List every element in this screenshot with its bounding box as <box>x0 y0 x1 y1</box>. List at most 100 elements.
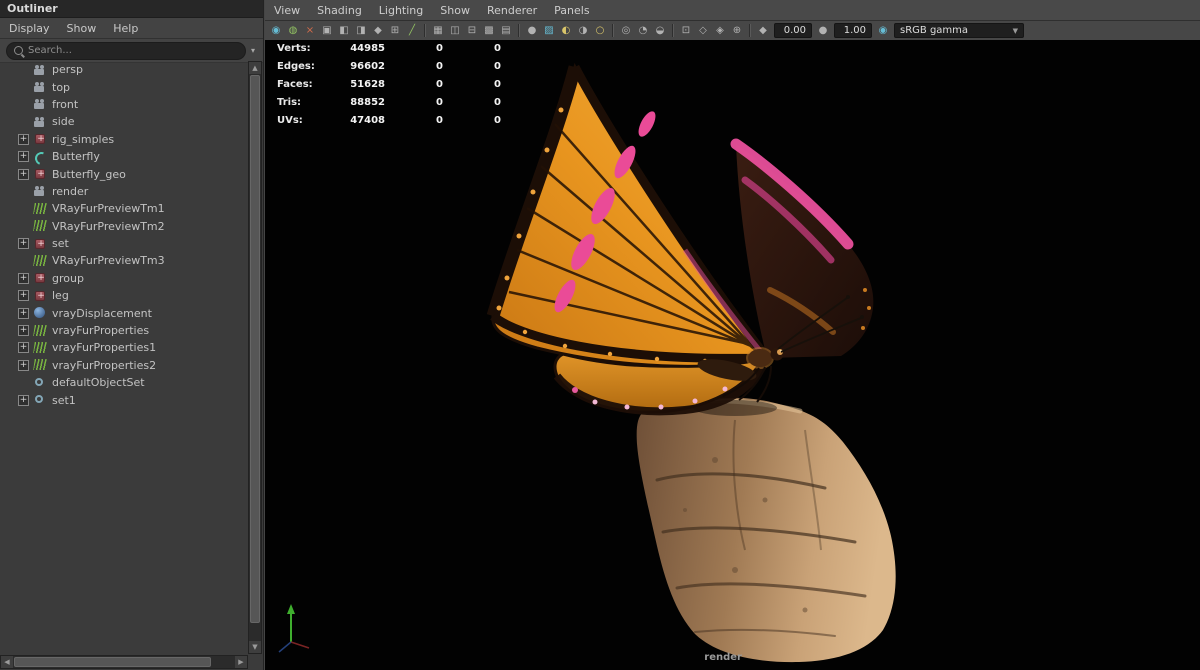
expand-icon[interactable]: + <box>18 394 29 406</box>
ssao-icon[interactable]: ◎ <box>618 23 634 38</box>
resolution-gate-icon[interactable]: ⊟ <box>464 23 480 38</box>
expand-icon[interactable]: + <box>18 359 29 371</box>
outliner-item-label: vrayFurProperties2 <box>52 358 157 372</box>
expand-icon[interactable]: + <box>18 342 29 354</box>
light-bulb-icon[interactable]: ○ <box>592 23 608 38</box>
expand-icon[interactable]: + <box>18 325 29 337</box>
field-chart-icon[interactable]: ▤ <box>498 23 514 38</box>
hud-stat-value: 0 <box>494 96 501 108</box>
grid-icon[interactable]: ▦ <box>430 23 446 38</box>
use-all-lights-icon[interactable]: ◐ <box>558 23 574 38</box>
outliner-menu-display[interactable]: Display <box>9 22 50 35</box>
outliner-item-vraydisplacement[interactable]: + vrayDisplacement <box>0 304 246 321</box>
outliner-item-vrayfurproperties[interactable]: + vrayFurProperties <box>0 322 246 339</box>
outliner-item-set1[interactable]: + set1 <box>0 391 246 408</box>
outliner-item-vrayfurpreviewtm3[interactable]: VRayFurPreviewTm3 <box>0 252 246 269</box>
no-texture-icon[interactable]: × <box>302 23 318 38</box>
renderer-sphere-icon[interactable]: ◉ <box>268 23 284 38</box>
viewport-menu-view[interactable]: View <box>274 4 300 17</box>
outliner-item-vrayfurproperties1[interactable]: + vrayFurProperties1 <box>0 339 246 356</box>
viewport-menu-panels[interactable]: Panels <box>554 4 589 17</box>
outliner-item-label: Butterfly <box>52 150 100 164</box>
outliner-item-vrayfurpreviewtm1[interactable]: VRayFurPreviewTm1 <box>0 200 246 217</box>
expand-icon[interactable]: + <box>18 238 29 250</box>
outliner-item-vrayfurpreviewtm2[interactable]: VRayFurPreviewTm2 <box>0 218 246 235</box>
wireframe-on-shaded-icon[interactable]: ⊕ <box>729 23 745 38</box>
vertical-scroll-thumb[interactable] <box>250 75 260 623</box>
exposure-icon[interactable]: ◆ <box>755 23 771 38</box>
outliner-item-leg[interactable]: + leg <box>0 287 246 304</box>
search-input[interactable] <box>28 45 238 56</box>
outliner-menu-help[interactable]: Help <box>113 22 138 35</box>
view-transform-select[interactable]: sRGB gamma ▼ <box>894 23 1024 38</box>
isolate-select-icon[interactable]: ⊡ <box>678 23 694 38</box>
search-options-caret-icon[interactable]: ▾ <box>251 46 257 55</box>
xray-joints-icon[interactable]: ◈ <box>712 23 728 38</box>
horizontal-scrollbar[interactable]: ◀ ▶ <box>0 655 248 669</box>
fur-icon <box>33 341 47 355</box>
scroll-up-arrow-icon[interactable]: ▲ <box>249 62 261 74</box>
viewport-menu-renderer[interactable]: Renderer <box>487 4 537 17</box>
outliner-item-group[interactable]: + group <box>0 270 246 287</box>
expand-icon[interactable]: + <box>18 272 29 284</box>
exposure-field[interactable]: 0.00 <box>774 23 812 38</box>
outliner-item-label: side <box>52 115 75 129</box>
gamma-field[interactable]: 1.00 <box>834 23 872 38</box>
outliner-search-row: ▾ <box>0 39 263 63</box>
outliner-item-vrayfurproperties2[interactable]: + vrayFurProperties2 <box>0 357 246 374</box>
outliner-item-set[interactable]: + set <box>0 235 246 252</box>
outliner-item-label: defaultObjectSet <box>52 376 145 390</box>
outliner-item-front[interactable]: front <box>0 96 246 113</box>
gamma-icon[interactable]: ● <box>815 23 831 38</box>
expand-icon[interactable]: + <box>18 168 29 180</box>
fur-icon <box>33 219 47 233</box>
motion-blur-icon[interactable]: ◔ <box>635 23 651 38</box>
shadows-icon[interactable]: ◑ <box>575 23 591 38</box>
expand-icon[interactable]: + <box>18 290 29 302</box>
smooth-shade-icon[interactable]: ◍ <box>285 23 301 38</box>
outliner-item-render[interactable]: render <box>0 183 246 200</box>
hud-stat-value: 44985 <box>350 43 385 54</box>
scroll-left-arrow-icon[interactable]: ◀ <box>1 656 13 668</box>
outliner-item-butterfly_geo[interactable]: + Butterfly_geo <box>0 165 246 182</box>
butterfly-graphic <box>486 62 874 416</box>
outliner-item-butterfly[interactable]: + Butterfly <box>0 148 246 165</box>
displacement-icon <box>33 306 47 320</box>
curve-icon <box>33 150 47 164</box>
scroll-right-arrow-icon[interactable]: ▶ <box>235 656 247 668</box>
transform-icon <box>34 132 48 146</box>
expand-icon[interactable]: + <box>18 133 29 145</box>
lock-camera-icon[interactable]: ◧ <box>336 23 352 38</box>
outliner-item-top[interactable]: top <box>0 78 246 95</box>
scroll-down-arrow-icon[interactable]: ▼ <box>249 641 261 653</box>
hud-stat-value: 0 <box>436 114 443 126</box>
outliner-item-persp[interactable]: persp <box>0 61 246 78</box>
outliner-item-rig_simples[interactable]: + rig_simples <box>0 131 246 148</box>
camera-icon <box>33 184 47 198</box>
pan-zoom-icon[interactable]: ⊞ <box>387 23 403 38</box>
search-box[interactable] <box>6 41 246 60</box>
viewport-menu-lighting[interactable]: Lighting <box>379 4 423 17</box>
image-plane-icon[interactable]: ◨ <box>353 23 369 38</box>
expand-icon[interactable]: + <box>18 151 29 163</box>
vertical-scrollbar[interactable]: ▲ ▼ <box>248 61 262 654</box>
textured-icon[interactable]: ▨ <box>541 23 557 38</box>
viewport-menu-show[interactable]: Show <box>440 4 470 17</box>
expand-icon[interactable]: + <box>18 307 29 319</box>
film-gate-icon[interactable]: ◫ <box>447 23 463 38</box>
select-camera-icon[interactable]: ▣ <box>319 23 335 38</box>
default-material-icon[interactable]: ● <box>524 23 540 38</box>
gate-mask-icon[interactable]: ▩ <box>481 23 497 38</box>
multisample-icon[interactable]: ◒ <box>652 23 668 38</box>
outliner-item-label: vrayFurProperties <box>52 324 150 338</box>
bookmark-icon[interactable]: ◆ <box>370 23 386 38</box>
xray-icon[interactable]: ◇ <box>695 23 711 38</box>
outliner-item-side[interactable]: side <box>0 113 246 130</box>
outliner-menu-show[interactable]: Show <box>67 22 97 35</box>
grease-pencil-icon[interactable]: ╱ <box>404 23 420 38</box>
horizontal-scroll-thumb[interactable] <box>14 657 211 667</box>
scene-canvas[interactable]: Verts: 44985 0 0 Edges: 96602 0 0 Faces: 51628 0 0 T… <box>265 40 1200 670</box>
view-transform-icon[interactable]: ◉ <box>875 23 891 38</box>
outliner-item-defaultobjectset[interactable]: defaultObjectSet <box>0 374 246 391</box>
viewport-menu-shading[interactable]: Shading <box>317 4 362 17</box>
